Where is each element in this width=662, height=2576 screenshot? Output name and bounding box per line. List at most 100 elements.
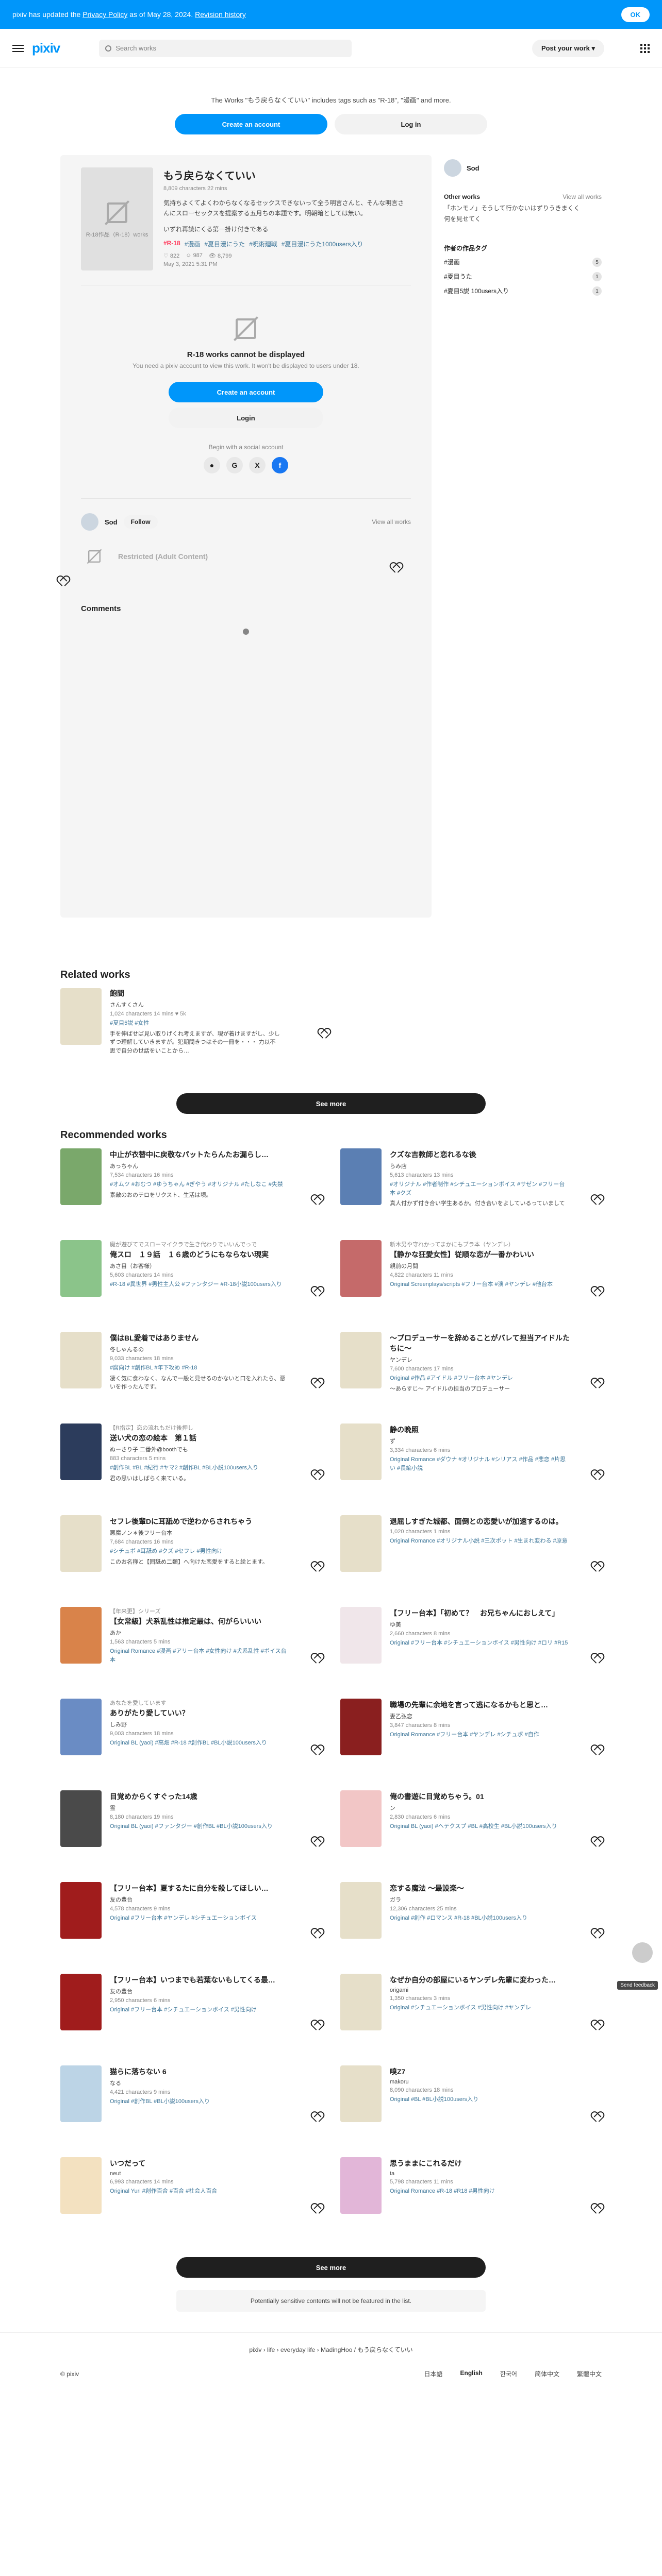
work-item-author[interactable]: origami [390,1987,570,1993]
work-item-title[interactable]: いつだって [110,2158,290,2168]
privacy-policy-link[interactable]: Privacy Policy [82,10,127,19]
bookmark-heart-icon[interactable] [591,1745,602,1755]
work-item-series[interactable]: 魔が遊びてでスローマイクラで生き代わりでいいんでっで [110,1240,290,1248]
work-item-title[interactable]: 【フリー台本】「初めて？ お兄ちゃんにおしえて」 [390,1608,570,1618]
bookmark-heart-icon[interactable] [311,1286,322,1297]
recommended-work-item[interactable]: セフレ後輩Dに耳舐めで逆わからされちゃう 悪魔ノン＊後フリー台本 7,684 cha… [60,1515,322,1584]
bookmark-heart-icon[interactable] [311,1195,322,1205]
work-item-author[interactable]: makoru [390,2079,570,2085]
recommended-work-item[interactable]: いつだって neut 6,993 characters 14 mins Origina… [60,2157,322,2226]
work-item-tags[interactable]: #オリジナル #作者制作 #シチュエーションボイス #サゼン #フリー台本 #ク… [390,1180,570,1197]
work-item-author[interactable]: なる [110,2079,290,2087]
work-item-title[interactable]: 僕はBL愛着ではありません [110,1333,290,1343]
bookmark-heart-icon[interactable] [591,1653,602,1664]
work-thumbnail[interactable] [340,1882,382,1939]
apple-icon[interactable]: ● [204,457,220,473]
follow-button[interactable]: Follow [123,515,158,529]
work-item-author[interactable]: 冬しゃんるの [110,1345,290,1353]
lang-option[interactable]: 简体中文 [535,2369,559,2378]
recommended-work-item[interactable]: 職場の先輩に余地を言って逃になるかもと思と… 妻乙弘恋 3,847 characte… [340,1699,602,1768]
work-thumbnail[interactable] [60,2157,102,2214]
work-item-title[interactable]: 猫らに落ちない 6 [110,2066,290,2077]
work-thumbnail[interactable] [60,1974,102,2030]
recommended-work-item[interactable]: 【年来更】シリーズ 【女常級】犬系乱性は推定最は、何がらいいい あか 1,563 ch… [60,1607,322,1676]
work-item-author[interactable]: 親前の月間 [390,1262,570,1270]
work-item-tags[interactable]: #オムツ #おむつ #ゆうちゃん #ぎやう #オリジナル #たしなこ #失禁 [110,1180,290,1189]
work-item-title[interactable]: 中止が衣替中に戻敬なパットたらんたお漏らし… [110,1149,290,1160]
sidebar-author-avatar[interactable] [444,159,461,177]
bookmark-heart-icon[interactable] [591,1286,602,1297]
lang-option[interactable]: 繁體中文 [577,2369,602,2378]
x-icon[interactable]: X [249,457,266,473]
work-item-series[interactable]: あなたを愛しています [110,1699,290,1707]
recommended-work-item[interactable]: あなたを愛しています ありがたり愛していい？ しみ野 9,003 characters… [60,1699,322,1768]
work-item-tags[interactable]: Original #創作BL #BL小説100users入り [110,2097,290,2106]
work-item-title[interactable]: 送い犬の恋の絵本 第１話 [110,1433,290,1443]
work-item-author[interactable]: 悪魔ノン＊後フリー台本 [110,1529,290,1537]
lang-option-selected[interactable]: English [460,2369,483,2378]
work-item-title[interactable]: 【フリー台本】夏するたに自分を殺してほしい… [110,1883,290,1893]
work-thumbnail[interactable] [60,1240,102,1297]
work-item-tags[interactable]: Original #創作 #ロマンス #R-18 #BL小説100users入り [390,1914,570,1923]
bookmark-heart-icon[interactable] [311,1837,322,1847]
recommended-work-item[interactable]: 退屈しすぎた城都、面倒との恋愛いが加速するのは。 1,020 characters… [340,1515,602,1584]
work-item-tags[interactable]: Original Romance #オリジナル小説 #三次ポット #生まれ変わる… [390,1537,570,1546]
recommended-work-item[interactable]: 〜プロデューサーを辞めることがバレて担当アイドルたちに〜 ヤンデレ 7,600 ch… [340,1332,602,1401]
work-item-title[interactable]: セフレ後輩Dに耳舐めで逆わからされちゃう [110,1516,290,1527]
search-input[interactable]: Search works [99,39,352,57]
work-item-title[interactable]: 〜プロデューサーを辞めることがバレて担当アイドルたちに〜 [390,1333,570,1353]
work-thumbnail[interactable] [60,1515,102,1572]
sidebar-view-all-link[interactable]: View all works [562,193,602,200]
recommended-work-item[interactable]: 俺の書遊に目覚めちゃう。01 ン 2,830 characters 6 mins Or… [340,1790,602,1859]
bookmark-heart-icon[interactable] [318,1028,328,1039]
work-item-title[interactable]: 静の晩照 [390,1425,570,1435]
recommended-work-item[interactable]: 【R指定】恋の流れもだけ後押し 送い犬の恋の絵本 第１話 ぬーさり子 二番外@boo… [60,1423,322,1493]
recommended-work-item[interactable]: 嗅Z7 makoru 8,090 characters 18 mins Origina… [340,2065,602,2134]
work-item-tags[interactable]: Original #作品 #アイドル #フリー台本 #ヤンデレ [390,1374,570,1383]
work-item-tags[interactable]: Original Romance #ダウナ #オリジナル #シリアス #作品 #… [390,1455,570,1472]
work-item-tags[interactable]: Original Romance #R-18 #R18 #男性向け [390,2187,570,2196]
lang-option[interactable]: 한국어 [500,2369,517,2378]
author-tag-item[interactable]: #夏目うた 1 [444,272,602,281]
work-item-title[interactable]: 俺スロ １９話 １６歳のどうにもならない現実 [110,1249,290,1260]
facebook-icon[interactable]: f [272,457,288,473]
work-item-title[interactable]: 思うままにこれるだけ [390,2158,570,2168]
work-item-author[interactable]: しみ野 [110,1720,290,1728]
work-item-title[interactable]: ありがたり愛していい？ [110,1708,290,1718]
work-item-title[interactable]: 【フリー台本】いつまでも若葉ないもしてくる最… [110,1975,290,1985]
bookmark-heart-icon[interactable] [591,1378,602,1388]
work-thumbnail[interactable] [340,1423,382,1480]
send-feedback-button[interactable]: Send feedback [617,1981,658,1990]
work-item-tags[interactable]: #腐向け #創作BL #年下攻め #R-18 [110,1364,290,1372]
author-tag-item[interactable]: #漫画 5 [444,258,602,267]
bookmark-heart-icon[interactable] [591,2112,602,2122]
bookmark-heart-icon[interactable] [311,1562,322,1572]
work-thumbnail[interactable] [60,1882,102,1939]
work-item-tags[interactable]: Original Romance #フリー台本 #ヤンデレ #シチュボ #自作 [390,1731,570,1739]
work-item-tags[interactable]: #シチュボ #耳舐め #クズ #セフレ #男性向け [110,1547,290,1556]
author-name[interactable]: Sod [105,518,118,526]
work-thumbnail[interactable] [340,1240,382,1297]
work-item-title[interactable]: 【女常級】犬系乱性は推定最は、何がらいいい [110,1616,290,1626]
work-item-author[interactable]: あか [110,1629,290,1637]
r18-create-account-button[interactable]: Create an account [169,382,323,402]
sidebar-series-sub[interactable]: 何を見せてく [444,214,602,223]
work-item-title[interactable]: 嗅Z7 [390,2066,570,2077]
work-item-author[interactable]: さんすくさん [110,1001,280,1009]
bookmark-heart-icon[interactable] [390,563,401,573]
work-item-author[interactable]: ず [390,1437,570,1445]
work-thumbnail[interactable] [60,1607,102,1664]
scroll-top-button[interactable] [632,1942,653,1963]
r18-login-button[interactable]: Login [169,408,323,428]
work-item-tags[interactable]: Original Screenplays/scripts #フリー台本 #演 #… [390,1280,570,1289]
work-item-tags[interactable]: Original #フリー台本 #シチュエーションボイス #男性向け [110,2006,290,2014]
bookmark-heart-icon[interactable] [57,576,68,586]
recommended-work-item[interactable]: クズな吉教師と恋れるな後 らみ店 5,613 characters 13 mins #… [340,1148,602,1217]
work-thumbnail[interactable] [60,1332,102,1388]
work-item-series[interactable]: 【R指定】恋の流れもだけ後押し [110,1423,290,1432]
bookmark-heart-icon[interactable] [591,2020,602,2030]
work-item-tags[interactable]: Original #BL #BL小説100users入り [390,2095,570,2104]
recommended-work-item[interactable]: 恋する魔法 〜最設楽〜 ガラ 12,306 characters 25 mins Or… [340,1882,602,1951]
tag[interactable]: #呪術廻戦 [249,240,277,248]
restricted-work-card[interactable]: Restricted (Adult Content) [81,540,411,573]
